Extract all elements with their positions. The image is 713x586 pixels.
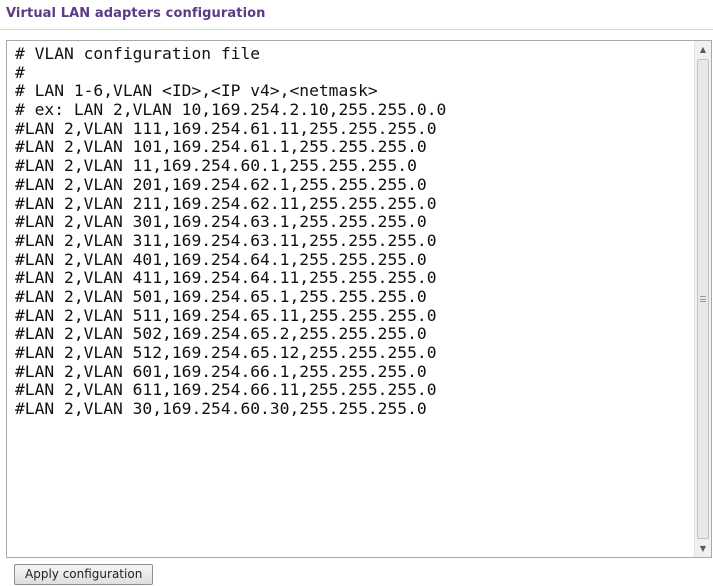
thumb-grip-icon <box>700 296 706 302</box>
config-line: #LAN 2,VLAN 511,169.254.65.11,255.255.25… <box>15 305 437 325</box>
config-line: #LAN 2,VLAN 611,169.254.66.11,255.255.25… <box>15 380 437 400</box>
apply-configuration-button[interactable]: Apply configuration <box>14 564 154 585</box>
vlan-config-textarea[interactable]: # VLAN configuration file # # LAN 1-6,VLAN… <box>6 40 712 558</box>
config-line: #LAN 2,VLAN 401,169.254.64.1,255.255.255… <box>15 249 427 269</box>
config-line: #LAN 2,VLAN 411,169.254.64.11,255.255.25… <box>15 268 437 288</box>
vlan-config-text[interactable]: # VLAN configuration file # # LAN 1-6,VLAN… <box>7 41 694 557</box>
config-line: #LAN 2,VLAN 502,169.254.65.2,255.255.255… <box>15 324 427 344</box>
config-line: # VLAN configuration file <box>15 44 261 63</box>
config-line: #LAN 2,VLAN 211,169.254.62.11,255.255.25… <box>15 193 437 213</box>
section-title: Virtual LAN adapters configuration <box>6 6 266 21</box>
scroll-down-arrow-icon[interactable]: ▼ <box>695 540 711 557</box>
config-line: #LAN 2,VLAN 111,169.254.61.11,255.255.25… <box>15 118 437 138</box>
config-line: # LAN 1-6,VLAN <ID>,<IP v4>,<netmask> <box>15 81 378 101</box>
config-line: #LAN 2,VLAN 201,169.254.62.1,255.255.255… <box>15 174 427 194</box>
config-line: #LAN 2,VLAN 512,169.254.65.12,255.255.25… <box>15 343 437 362</box>
config-line: #LAN 2,VLAN 101,169.254.61.1,255.255.255… <box>15 137 427 157</box>
scroll-up-arrow-icon[interactable]: ▲ <box>695 41 711 58</box>
scroll-thumb[interactable] <box>697 59 709 539</box>
config-line: #LAN 2,VLAN 601,169.254.66.1,255.255.255… <box>15 361 427 381</box>
title-divider <box>0 29 713 30</box>
config-line: #LAN 2,VLAN 501,169.254.65.1,255.255.255… <box>15 286 427 306</box>
config-line: #LAN 2,VLAN 30,169.254.60.30,255.255.255… <box>15 399 427 419</box>
config-line: #LAN 2,VLAN 311,169.254.63.11,255.255.25… <box>15 230 437 250</box>
vertical-scrollbar[interactable]: ▲ ▼ <box>694 41 711 557</box>
config-line: #LAN 2,VLAN 301,169.254.63.1,255.255.255… <box>15 212 427 232</box>
config-line: # ex: LAN 2,VLAN 10,169.254.2.10,255.255… <box>15 100 447 120</box>
config-line: # <box>15 62 25 82</box>
config-line: #LAN 2,VLAN 11,169.254.60.1,255.255.255.… <box>15 156 417 176</box>
